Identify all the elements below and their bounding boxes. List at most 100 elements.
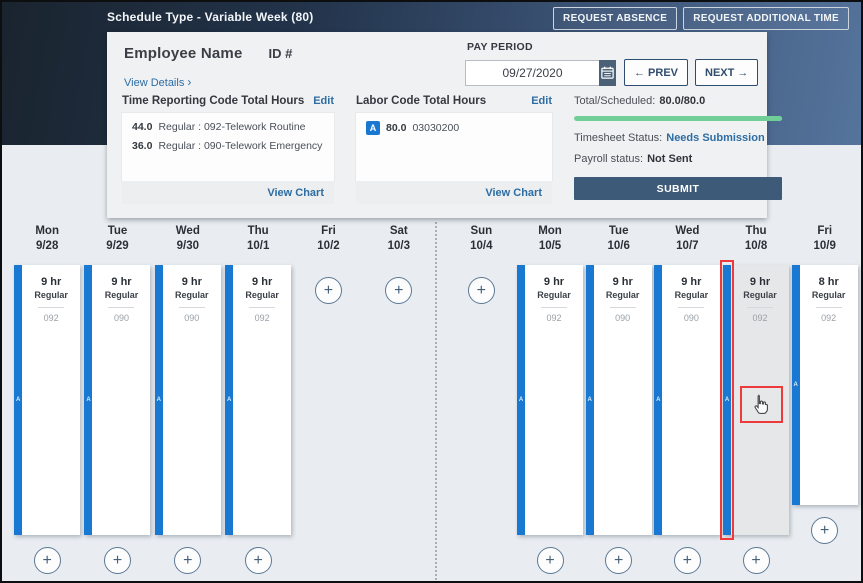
timesheet-screen: Schedule Type - Variable Week (80) REQUE… <box>0 0 863 583</box>
prev-pay-period-button[interactable]: ← PREV <box>624 59 688 86</box>
day-date: 10/2 <box>317 239 339 254</box>
header-actions: REQUEST ABSENCE REQUEST ADDITIONAL TIME <box>553 7 849 30</box>
shift-type: Regular <box>525 290 583 300</box>
timesheet-status-label: Timesheet Status: <box>574 132 662 144</box>
shift-card[interactable]: A9 hrRegular090 <box>586 265 652 535</box>
total-scheduled-label: Total/Scheduled: <box>574 95 655 107</box>
payroll-status-row: Payroll status: Not Sent <box>574 153 782 165</box>
shift-accent-bar: A <box>517 265 525 535</box>
day-date: 10/6 <box>607 239 629 254</box>
add-entry-button[interactable]: + <box>34 547 61 574</box>
request-absence-button[interactable]: REQUEST ABSENCE <box>553 7 677 30</box>
day-column-fri-10-2: Fri10/2 + <box>293 217 363 581</box>
hand-cursor-icon <box>749 392 774 417</box>
payroll-status-label: Payroll status: <box>574 153 643 165</box>
week-divider <box>435 222 437 580</box>
day-name: Mon <box>538 224 562 239</box>
trc-list: 44.0 Regular : 092-Telework Routine 36.0… <box>122 113 334 181</box>
view-details-label: View Details <box>124 77 184 89</box>
shift-accent-bar: A <box>654 265 662 535</box>
day-column-sun-10-4: Sun10/4+ <box>447 217 516 581</box>
day-header: Fri10/9 <box>814 224 836 254</box>
trc-row: 36.0 Regular : 090-Telework Emergency <box>132 140 324 152</box>
schedule-grid: Mon9/28A9 hrRegular092+Tue9/29A9 hrRegul… <box>2 217 861 581</box>
add-entry-button[interactable]: + <box>537 547 564 574</box>
next-pay-period-button[interactable]: NEXT → <box>695 59 758 86</box>
shift-card-content: 9 hrRegular092 <box>22 265 80 323</box>
shift-hours: 9 hr <box>731 276 789 288</box>
shift-code: 090 <box>610 307 636 323</box>
trc-row-hours: 44.0 <box>132 121 152 133</box>
bar-label: A <box>86 397 90 403</box>
shift-accent-bar: A <box>155 265 163 535</box>
day-column-thu-10-1: Thu10/1 A 9 hrRegular092 + <box>223 217 293 581</box>
day-column-mon-10-5: Mon10/5A9 hrRegular092+ <box>516 217 585 581</box>
shift-card-content: 9 hrRegular092 <box>233 265 291 323</box>
shift-card-content: 9 hrRegular090 <box>594 265 652 323</box>
bar-label: A <box>157 397 161 403</box>
cursor-highlight-box <box>740 386 783 423</box>
day-name: Tue <box>607 224 629 239</box>
add-entry-button[interactable]: + <box>245 547 272 574</box>
shift-card[interactable]: A9 hrRegular092 <box>517 265 583 535</box>
add-entry-button[interactable]: + <box>605 547 632 574</box>
shift-card[interactable]: A9 hrRegular092 <box>14 265 80 535</box>
trc-view-chart-link[interactable]: View Chart <box>267 187 324 199</box>
labor-view-chart-link[interactable]: View Chart <box>485 187 542 199</box>
shift-card-content: 9 hrRegular092 <box>731 265 789 323</box>
labor-hours: 80.0 <box>386 122 406 134</box>
payroll-status-value: Not Sent <box>647 153 692 165</box>
chevron-right-icon: › <box>187 75 191 89</box>
labor-edit-link[interactable]: Edit <box>531 95 552 107</box>
shift-card-content: 9 hrRegular090 <box>92 265 150 323</box>
shift-card[interactable]: A 9 hrRegular092 <box>225 265 291 535</box>
shift-card[interactable]: A 9 hrRegular090 <box>84 265 150 535</box>
day-name: Mon <box>35 224 59 239</box>
shift-type: Regular <box>594 290 652 300</box>
bar-label: A <box>794 382 798 388</box>
day-name: Fri <box>814 224 836 239</box>
day-date: 10/1 <box>247 239 269 254</box>
shift-card[interactable]: A 9 hrRegular090 <box>155 265 221 535</box>
timesheet-status-value: Needs Submission <box>666 132 764 144</box>
calendar-icon <box>600 65 615 80</box>
labor-row: A 80.0 03030200 <box>366 121 542 135</box>
trc-edit-link[interactable]: Edit <box>313 95 334 107</box>
add-entry-button[interactable]: + <box>174 547 201 574</box>
day-name: Thu <box>247 224 269 239</box>
request-additional-time-button[interactable]: REQUEST ADDITIONAL TIME <box>683 7 849 30</box>
add-entry-button[interactable]: + <box>468 277 495 304</box>
day-name: Fri <box>317 224 339 239</box>
hours-progress-fill <box>574 116 782 121</box>
submit-button[interactable]: SUBMIT <box>574 177 782 200</box>
shift-card[interactable]: A8 hrRegular092 <box>792 265 858 505</box>
add-entry-button[interactable]: + <box>743 547 770 574</box>
labor-code-section: Labor Code Total Hours Edit A 80.0 03030… <box>356 95 552 204</box>
add-entry-button[interactable]: + <box>104 547 131 574</box>
add-entry-button[interactable]: + <box>315 277 342 304</box>
shift-card[interactable]: A9 hrRegular092 <box>723 265 789 535</box>
shift-type: Regular <box>662 290 720 300</box>
day-header: Sat10/3 <box>388 224 410 254</box>
trc-row-desc: Regular : 090-Telework Emergency <box>158 140 322 152</box>
shift-accent-bar: A <box>84 265 92 535</box>
shift-card-content: 9 hrRegular092 <box>525 265 583 323</box>
add-entry-button[interactable]: + <box>674 547 701 574</box>
shift-code: 092 <box>541 307 567 323</box>
employee-id: ID # <box>268 46 292 61</box>
shift-hours: 9 hr <box>92 276 150 288</box>
view-details-link[interactable]: View Details› <box>124 75 191 89</box>
pay-period-date-input[interactable] <box>465 60 599 86</box>
add-entry-button[interactable]: + <box>385 277 412 304</box>
top-bar: Schedule Type - Variable Week (80) REQUE… <box>2 2 861 32</box>
shift-code: 090 <box>678 307 704 323</box>
week-2: Sun10/4+Mon10/5A9 hrRegular092+Tue10/6A9… <box>447 217 859 581</box>
add-entry-button[interactable]: + <box>811 517 838 544</box>
bar-label: A <box>227 397 231 403</box>
shift-accent-bar: A <box>225 265 233 535</box>
labor-list: A 80.0 03030200 <box>356 113 552 181</box>
trc-row-desc: Regular : 092-Telework Routine <box>158 121 305 133</box>
shift-card-content: 9 hrRegular090 <box>163 265 221 323</box>
calendar-button[interactable] <box>599 60 616 86</box>
shift-card[interactable]: A9 hrRegular090 <box>654 265 720 535</box>
